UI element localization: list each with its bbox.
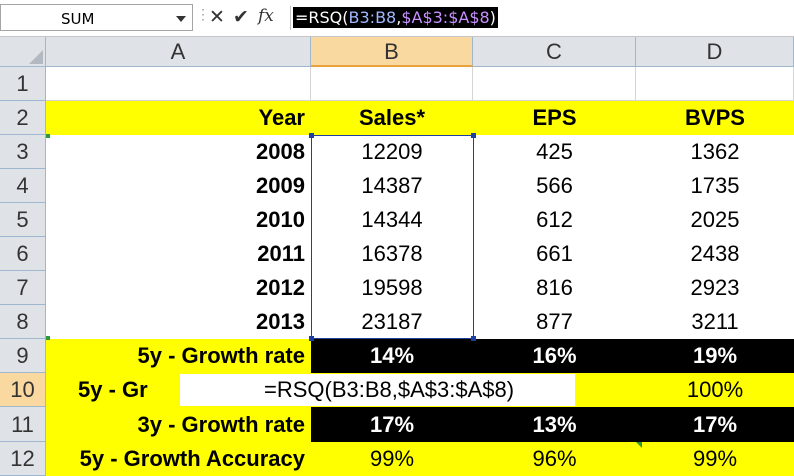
- formula-ref-2: $A$3:$A$8: [401, 8, 490, 27]
- row-header-10[interactable]: 10: [0, 373, 46, 407]
- cell-d1[interactable]: [636, 67, 794, 101]
- cell-d2-bvps-header[interactable]: BVPS: [636, 101, 794, 135]
- cell-c8-eps[interactable]: 877: [473, 305, 636, 339]
- cell-c11-growth3-eps[interactable]: 13%: [473, 407, 636, 442]
- cell-a1[interactable]: [46, 67, 311, 101]
- name-box[interactable]: SUM: [0, 4, 193, 31]
- range-handle-bottom-right[interactable]: [471, 336, 476, 341]
- row-header-11[interactable]: 11: [0, 407, 46, 442]
- row-header-1[interactable]: 1: [0, 67, 46, 101]
- function-icon[interactable]: fx: [258, 6, 274, 26]
- row-header-9[interactable]: 9: [0, 339, 46, 373]
- range-handle-top-left[interactable]: [309, 133, 314, 138]
- column-header-d[interactable]: D: [636, 37, 794, 67]
- cell-b9-growth5-sales[interactable]: 14%: [311, 339, 473, 373]
- cell-a12-accuracy-label[interactable]: 5y - Growth Accuracy: [46, 442, 311, 476]
- column-header-b[interactable]: B: [311, 37, 473, 67]
- cell-d6-bvps[interactable]: 2438: [636, 237, 794, 271]
- row-header-8[interactable]: 8: [0, 305, 46, 339]
- cell-c12-accuracy-eps[interactable]: 96%: [473, 442, 636, 476]
- cell-d9-growth5-bvps[interactable]: 19%: [636, 339, 794, 373]
- row-header-6[interactable]: 6: [0, 237, 46, 271]
- cell-b11-growth3-sales[interactable]: 17%: [311, 407, 473, 442]
- range-handle-bottom-left[interactable]: [309, 336, 314, 341]
- cell-b3-sales[interactable]: 12209: [311, 135, 473, 169]
- cell-a2-year-header[interactable]: Year: [46, 101, 311, 135]
- cell-b5-sales[interactable]: 14344: [311, 203, 473, 237]
- cell-a11-growth3-label[interactable]: 3y - Growth rate: [46, 407, 311, 442]
- close-icon[interactable]: ✕: [209, 6, 225, 29]
- formula-ref-1: B3:B8: [348, 8, 397, 27]
- cell-b4-sales[interactable]: 14387: [311, 169, 473, 203]
- cell-c2-eps-header[interactable]: EPS: [473, 101, 636, 135]
- cell-a3-year[interactable]: 2008: [46, 135, 311, 169]
- cell-d12-accuracy-bvps[interactable]: 99%: [636, 442, 794, 476]
- cell-a4-year[interactable]: 2009: [46, 169, 311, 203]
- range-handle-a3[interactable]: [46, 134, 50, 138]
- chevron-down-icon[interactable]: [176, 16, 186, 22]
- check-icon[interactable]: ✔: [233, 6, 249, 29]
- cell-c3-eps[interactable]: 425: [473, 135, 636, 169]
- cell-c4-eps[interactable]: 566: [473, 169, 636, 203]
- cell-a9-growth5-label[interactable]: 5y - Growth rate: [46, 339, 311, 373]
- formula-prefix: =RSQ(: [295, 8, 349, 27]
- cell-b1[interactable]: [311, 67, 473, 101]
- cell-b7-sales[interactable]: 19598: [311, 271, 473, 305]
- select-all-button[interactable]: [0, 37, 46, 67]
- column-header-c[interactable]: C: [473, 37, 636, 67]
- cell-c5-eps[interactable]: 612: [473, 203, 636, 237]
- range-handle-a8[interactable]: [46, 336, 50, 340]
- range-handle-top-right[interactable]: [471, 133, 476, 138]
- cell-d4-bvps[interactable]: 1735: [636, 169, 794, 203]
- formula-suffix: ): [489, 8, 496, 27]
- cell-c6-eps[interactable]: 661: [473, 237, 636, 271]
- cell-c1[interactable]: [473, 67, 636, 101]
- name-box-value: SUM: [61, 10, 95, 28]
- cell-a8-year[interactable]: 2013: [46, 305, 311, 339]
- row-header-12[interactable]: 12: [0, 442, 46, 476]
- row-header-7[interactable]: 7: [0, 271, 46, 305]
- cell-a6-year[interactable]: 2011: [46, 237, 311, 271]
- cell-b6-sales[interactable]: 16378: [311, 237, 473, 271]
- row-header-3[interactable]: 3: [0, 135, 46, 169]
- cell-a10-accuracy-label[interactable]: 5y - Gr: [78, 373, 178, 407]
- cell-b8-sales[interactable]: 23187: [311, 305, 473, 339]
- cell-d3-bvps[interactable]: 1362: [636, 135, 794, 169]
- cell-a7-year[interactable]: 2012: [46, 271, 311, 305]
- column-header-a[interactable]: A: [46, 37, 311, 67]
- cell-b2-sales-header[interactable]: Sales*: [311, 101, 473, 135]
- cell-b10-edit-box[interactable]: =RSQ(B3:B8,$A$3:$A$8): [180, 374, 575, 406]
- cell-d10-accuracy-bvps[interactable]: 100%: [636, 373, 794, 407]
- row-header-2[interactable]: 2: [0, 101, 46, 135]
- formula-bar: SUM ⋮ ✕ ✔ fx =RSQ(B3:B8,$A$3:$A$8): [0, 0, 794, 37]
- select-all-triangle-icon: [29, 50, 43, 64]
- cell-c7-eps[interactable]: 816: [473, 271, 636, 305]
- cell-d7-bvps[interactable]: 2923: [636, 271, 794, 305]
- row-header-5[interactable]: 5: [0, 203, 46, 237]
- worksheet-grid: A B C D 1 2 3 4 5 6 7 8 9 10 11 12 Year …: [0, 37, 794, 476]
- formula-text: =RSQ(B3:B8,$A$3:$A$8): [293, 7, 498, 28]
- cell-d5-bvps[interactable]: 2025: [636, 203, 794, 237]
- formula-bar-grip-icon: ⋮: [196, 6, 210, 22]
- cell-a5-year[interactable]: 2010: [46, 203, 311, 237]
- error-indicator-icon[interactable]: [636, 442, 642, 448]
- cell-d11-growth3-bvps[interactable]: 17%: [636, 407, 794, 442]
- cell-c9-growth5-eps[interactable]: 16%: [473, 339, 636, 373]
- row-header-4[interactable]: 4: [0, 169, 46, 203]
- cell-b12-accuracy-sales[interactable]: 99%: [311, 442, 473, 476]
- formula-input[interactable]: =RSQ(B3:B8,$A$3:$A$8): [290, 6, 794, 30]
- cell-d8-bvps[interactable]: 3211: [636, 305, 794, 339]
